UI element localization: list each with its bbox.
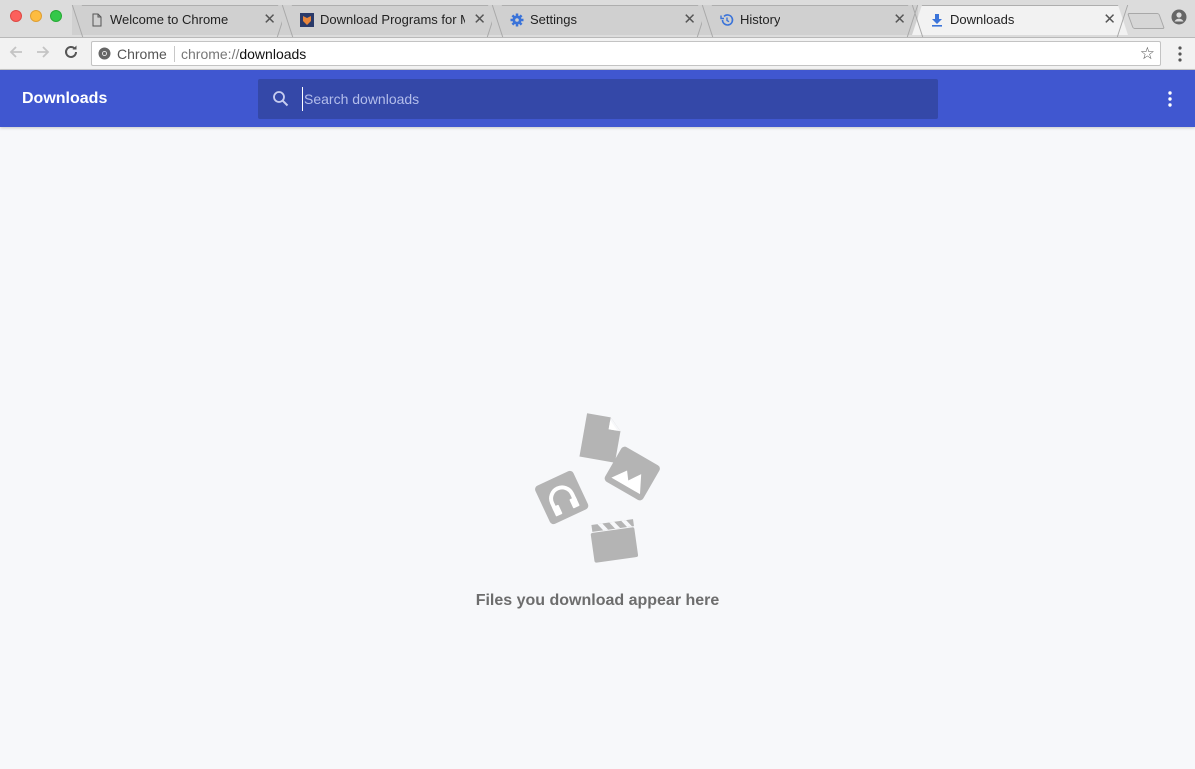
video-icon	[590, 519, 639, 563]
search-box[interactable]	[258, 79, 938, 119]
site-chip-label: Chrome	[117, 46, 167, 62]
close-tab-icon[interactable]: ✕	[263, 10, 276, 28]
search-icon[interactable]	[272, 90, 290, 108]
chrome-icon	[98, 47, 111, 60]
downloads-header: Downloads	[0, 70, 1195, 127]
back-icon[interactable]	[6, 42, 26, 62]
bookmark-star-icon[interactable]: ☆	[1140, 44, 1155, 64]
close-tab-icon[interactable]: ✕	[893, 10, 906, 28]
page-icon	[92, 13, 102, 27]
browser-titlebar: Welcome to Chrome ✕ Download Programs fo…	[0, 0, 1195, 38]
tab-title: Downloads	[950, 12, 1015, 27]
empty-downloads-illustration	[535, 413, 660, 563]
minimize-window-button[interactable]	[30, 10, 42, 22]
browser-toolbar: Chrome chrome://downloads ☆	[0, 38, 1195, 70]
download-icon	[932, 14, 942, 27]
audio-icon	[535, 470, 589, 525]
url-scheme: chrome://	[181, 46, 240, 62]
url-host: downloads	[239, 46, 307, 62]
tab-history[interactable]: History ✕	[701, 5, 919, 37]
url-text[interactable]: chrome://downloads	[181, 46, 306, 62]
address-bar[interactable]: Chrome chrome://downloads ☆	[91, 41, 1161, 66]
tab-title: Welcome to Chrome	[110, 12, 229, 27]
close-tab-icon[interactable]: ✕	[683, 10, 696, 28]
profile-icon[interactable]	[1171, 9, 1187, 25]
chip-separator	[174, 46, 175, 62]
empty-state-message: Files you download appear here	[475, 592, 720, 609]
tab-title: History	[740, 12, 781, 27]
site-favicon	[300, 13, 314, 27]
gear-icon	[510, 13, 524, 27]
tab-downloads[interactable]: Downloads ✕	[911, 5, 1129, 37]
tab-download-programs[interactable]: Download Programs for Mac ✕	[281, 5, 499, 37]
tab-welcome[interactable]: Welcome to Chrome ✕	[71, 5, 289, 37]
chrome-menu-icon[interactable]	[1172, 44, 1188, 64]
close-tab-icon[interactable]: ✕	[473, 10, 486, 28]
close-window-button[interactable]	[10, 10, 22, 22]
history-icon	[720, 14, 734, 26]
search-downloads-input[interactable]	[302, 87, 902, 111]
page-title: Downloads	[22, 90, 108, 107]
tab-title: Settings	[530, 12, 577, 27]
close-tab-icon[interactable]: ✕	[1103, 10, 1116, 28]
forward-icon[interactable]	[33, 42, 53, 62]
new-tab-button[interactable]	[1127, 13, 1165, 29]
more-actions-icon[interactable]	[1162, 89, 1178, 109]
tab-title: Download Programs for Mac	[320, 12, 465, 27]
file-icon	[579, 413, 621, 463]
tab-settings[interactable]: Settings ✕	[491, 5, 709, 37]
reload-icon[interactable]	[61, 42, 81, 62]
zoom-window-button[interactable]	[50, 10, 62, 22]
